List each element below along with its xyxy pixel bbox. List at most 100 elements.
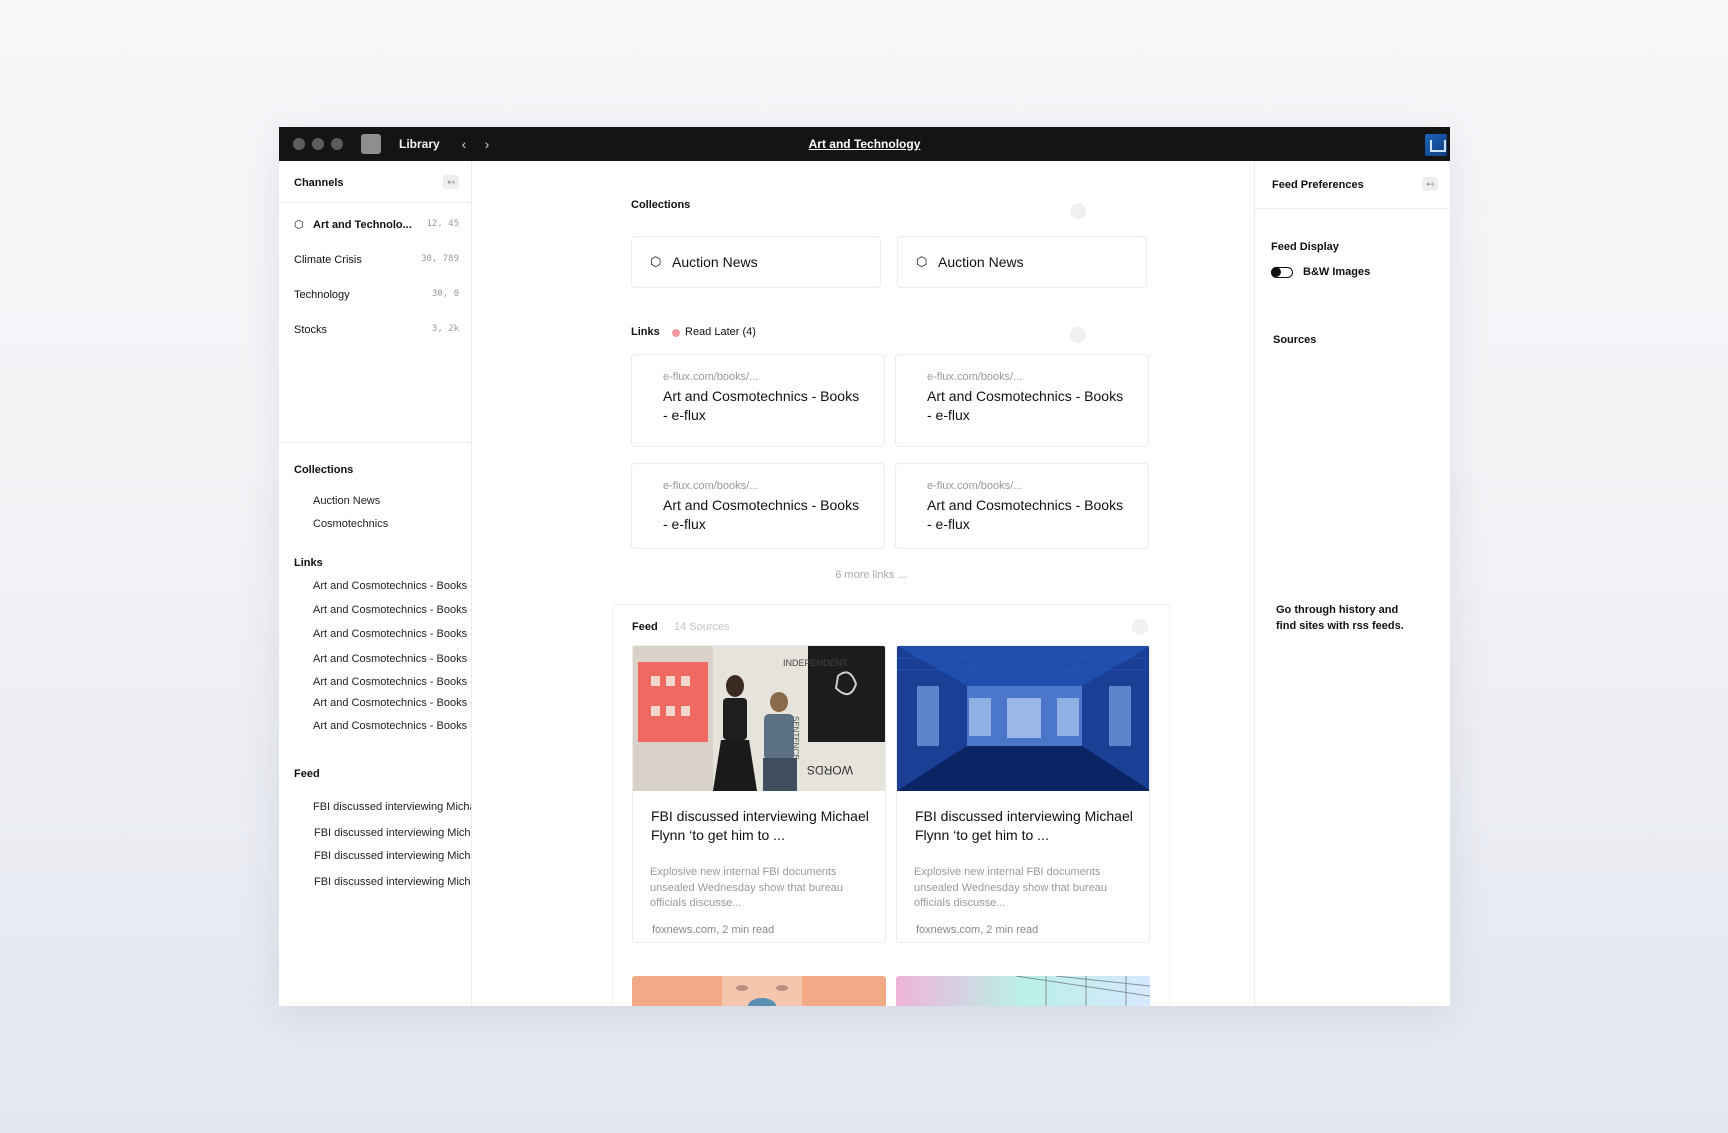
links-options-button[interactable]	[1070, 327, 1086, 343]
window-title[interactable]: Art and Technology	[809, 137, 921, 151]
collapse-panel-icon[interactable]: ↤	[1422, 177, 1438, 191]
collection-card-label: Auction News	[938, 254, 1024, 270]
feed-item[interactable]: FBI discussed interviewing Michael Flynn	[313, 801, 471, 813]
feed-card-title: FBI discussed interviewing Michael Flynn…	[651, 808, 869, 843]
channel-item-climate-crisis[interactable]: Climate Crisis 30, 789	[294, 251, 459, 271]
divider	[279, 202, 471, 203]
channel-item-technology[interactable]: Technology 30, 0	[294, 286, 459, 306]
cube-icon: ⬡	[916, 254, 928, 269]
channels-sidebar: Channels ↤ ⬡ Art and Technolo... 12, 45 …	[279, 161, 472, 1006]
feed-card-image	[632, 976, 886, 1006]
bw-images-label: B&W Images	[1303, 266, 1371, 278]
links-section-title: Links	[631, 326, 660, 338]
link-title: Art and Cosmotechnics - Books - e-flux	[663, 388, 860, 423]
channel-label: Technology	[294, 289, 350, 301]
channel-count: 30, 0	[431, 289, 459, 299]
cube-icon: ⬡	[294, 219, 304, 231]
feed-card-meta: foxnews.com, 2 min read	[652, 924, 775, 936]
maximize-window-button[interactable]	[331, 138, 343, 150]
channel-count: 3, 2k	[431, 324, 459, 334]
feed-options-button[interactable]	[1132, 619, 1148, 635]
more-links-button[interactable]: 6 more links ...	[628, 569, 1114, 581]
channel-item-stocks[interactable]: Stocks 3, 2k	[294, 321, 459, 341]
collections-heading: Collections	[294, 464, 354, 476]
channel-item-art-and-technology[interactable]: ⬡ Art and Technolo... 12, 45	[294, 216, 459, 236]
collection-card[interactable]: ⬡ Auction News	[631, 236, 881, 288]
link-item[interactable]: Art and Cosmotechnics - Books - e-flux	[313, 697, 471, 709]
link-item[interactable]: Art and Cosmotechnics - Books - e-flux	[313, 720, 471, 732]
app-window: Library ‹ › Art and Technology Channels …	[279, 127, 1450, 1006]
link-item[interactable]: Art and Cosmotechnics - Books - e-flux	[313, 676, 471, 688]
links-heading: Links	[294, 557, 323, 569]
feed-card[interactable]	[896, 976, 1150, 1006]
channel-count: 12, 45	[426, 219, 459, 229]
link-url: e-flux.com/books/...	[927, 371, 1023, 383]
feed-item[interactable]: FBI discussed interviewing Michael Flynn	[314, 876, 471, 888]
feed-card[interactable]	[632, 976, 886, 1006]
feed-card-image	[897, 646, 1149, 791]
collection-item[interactable]: Auction News	[313, 495, 380, 507]
feed-heading: Feed	[294, 768, 320, 780]
feed-panel: Feed 14 Sources INDEPENDENT SENTENCE. WO…	[612, 604, 1170, 1006]
read-later-filter[interactable]: Read Later (4)	[685, 326, 756, 338]
minimize-window-button[interactable]	[312, 138, 324, 150]
feed-card-description: Explosive new internal FBI documents uns…	[650, 866, 844, 909]
collection-item[interactable]: Cosmotechnics	[313, 518, 388, 530]
link-item[interactable]: Art and Cosmotechnics - Books - e-flux	[313, 604, 471, 616]
feed-card[interactable]: INDEPENDENT SENTENCE. WORDS FBI discusse…	[632, 645, 886, 943]
feed-item[interactable]: FBI discussed interviewing Michael Flynn	[314, 850, 471, 862]
divider	[1255, 208, 1450, 209]
svg-text:WORDS: WORDS	[807, 763, 853, 777]
link-url: e-flux.com/books/...	[927, 480, 1023, 492]
divider	[279, 442, 471, 443]
sources-label: Sources	[1273, 334, 1317, 346]
channel-count: 30, 789	[421, 254, 459, 264]
feed-card-image: INDEPENDENT SENTENCE. WORDS	[633, 646, 885, 791]
chevron-left-icon[interactable]: ‹	[455, 134, 473, 154]
collections-options-button[interactable]	[1070, 203, 1086, 219]
channel-label: Stocks	[294, 324, 328, 336]
feed-card[interactable]: FBI discussed interviewing Michael Flynn…	[896, 645, 1150, 943]
title-bar: Library ‹ › Art and Technology	[279, 127, 1450, 161]
bw-images-toggle[interactable]	[1271, 267, 1293, 278]
feed-item[interactable]: FBI discussed interviewing Michael Flynn	[314, 827, 471, 839]
read-later-dot	[672, 329, 680, 337]
link-title: Art and Cosmotechnics - Books - e-flux	[663, 497, 860, 532]
collapse-sidebar-icon[interactable]: ↤	[443, 175, 459, 189]
feed-preferences-panel: Feed Preferences ↤ Feed Display B&W Imag…	[1254, 161, 1450, 1006]
channel-label: Climate Crisis	[294, 254, 362, 266]
main-content: Collections ⬡ Auction News ⬡ Auction New…	[473, 161, 1254, 1006]
collections-section-title: Collections	[631, 199, 691, 211]
channel-label: Art and Technolo...	[313, 219, 412, 231]
feed-card-meta: foxnews.com, 2 min read	[916, 924, 1039, 936]
feed-preferences-heading: Feed Preferences	[1272, 179, 1364, 191]
feed-sources-count: 14 Sources	[674, 621, 730, 633]
feed-card-title: FBI discussed interviewing Michael Flynn…	[915, 808, 1133, 843]
cube-icon: ⬡	[650, 254, 662, 269]
app-icon[interactable]	[361, 134, 381, 154]
channels-heading: Channels	[294, 177, 344, 189]
close-window-button[interactable]	[293, 138, 305, 150]
avatar[interactable]	[1425, 134, 1447, 156]
feed-display-label: Feed Display	[1271, 241, 1339, 253]
link-card[interactable]: e-flux.com/books/... Art and Cosmotechni…	[895, 354, 1149, 447]
link-card[interactable]: e-flux.com/books/... Art and Cosmotechni…	[895, 463, 1149, 549]
link-url: e-flux.com/books/...	[663, 480, 759, 492]
collection-card-label: Auction News	[672, 254, 758, 270]
chevron-right-icon[interactable]: ›	[478, 134, 496, 154]
link-url: e-flux.com/books/...	[663, 371, 759, 383]
feed-section-title: Feed	[632, 621, 658, 633]
feed-card-description: Explosive new internal FBI documents uns…	[914, 866, 1108, 909]
svg-text:INDEPENDENT: INDEPENDENT	[783, 658, 848, 668]
rss-hint-text: Go through history and find sites with r…	[1276, 604, 1404, 632]
link-item[interactable]: Art and Cosmotechnics - Books - e-flux	[313, 628, 471, 640]
link-item[interactable]: Art and Cosmotechnics - Books - e-flux	[313, 653, 471, 665]
link-card[interactable]: e-flux.com/books/... Art and Cosmotechni…	[631, 354, 885, 447]
link-item[interactable]: Art and Cosmotechnics - Books - e-flux	[313, 580, 471, 592]
library-button[interactable]: Library	[399, 137, 440, 151]
feed-card-image	[896, 976, 1150, 1006]
link-title: Art and Cosmotechnics - Books - e-flux	[927, 388, 1124, 423]
link-card[interactable]: e-flux.com/books/... Art and Cosmotechni…	[631, 463, 885, 549]
link-title: Art and Cosmotechnics - Books - e-flux	[927, 497, 1124, 532]
collection-card[interactable]: ⬡ Auction News	[897, 236, 1147, 288]
